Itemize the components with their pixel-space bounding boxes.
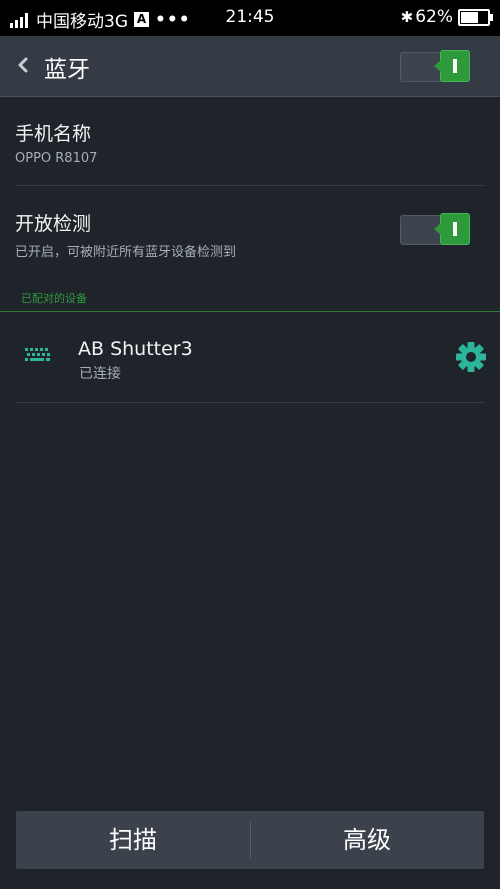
app-header: 蓝牙 <box>0 36 500 97</box>
bluetooth-toggle[interactable] <box>400 50 470 82</box>
discoverable-toggle[interactable] <box>400 213 470 245</box>
bottom-action-bar: 扫描 高级 <box>16 811 484 869</box>
device-name-value: OPPO R8107 <box>15 151 98 166</box>
page-title: 蓝牙 <box>44 57 90 83</box>
device-status: 已连接 <box>79 366 121 382</box>
device-name-row[interactable]: 手机名称 OPPO R8107 <box>15 119 485 166</box>
divider <box>15 185 485 186</box>
battery-icon <box>458 8 493 26</box>
device-name: AB Shutter3 <box>78 338 193 360</box>
battery-percent: 62% <box>415 7 453 27</box>
advanced-button[interactable]: 高级 <box>250 811 484 869</box>
keyboard-icon <box>24 347 52 365</box>
divider <box>15 402 485 403</box>
paired-devices-header: 已配对的设备 <box>21 292 87 305</box>
section-divider <box>0 311 500 312</box>
bluetooth-icon: ✱ <box>400 8 414 26</box>
status-bar: 中国移动3G A ••• 21:45 ✱ 62% <box>0 0 500 36</box>
device-settings-gear-icon[interactable] <box>455 341 487 373</box>
scan-button[interactable]: 扫描 <box>16 811 250 869</box>
device-name-label: 手机名称 <box>15 123 92 145</box>
status-right: ✱ 62% <box>400 7 493 27</box>
back-icon[interactable] <box>14 50 32 80</box>
